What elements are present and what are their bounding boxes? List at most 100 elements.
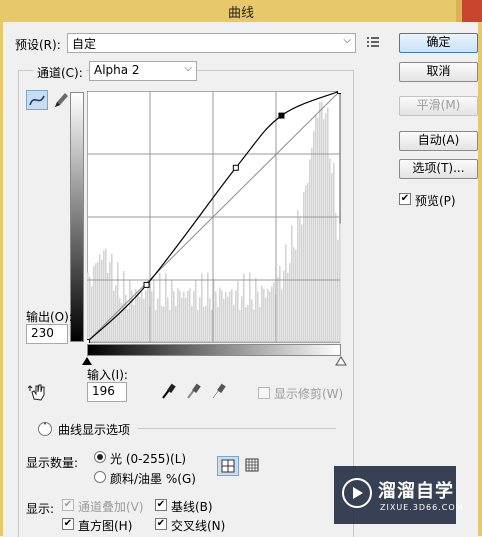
- preset-label: 预设(R):: [15, 38, 61, 52]
- histogram-bar: [281, 289, 283, 342]
- smooth-button[interactable]: 平滑(M): [399, 96, 478, 116]
- histogram-bar: [155, 309, 157, 342]
- detailed-grid-button[interactable]: [242, 456, 262, 476]
- channel-overlays-checkbox[interactable]: ✔: [62, 499, 74, 511]
- white-eyedropper[interactable]: [210, 382, 226, 400]
- histogram-bar: [243, 273, 245, 342]
- input-label: 输入(I):: [87, 368, 128, 382]
- options-button[interactable]: 选项(T)...: [399, 159, 478, 179]
- black-eyedropper[interactable]: [160, 382, 176, 400]
- histogram-bar: [289, 263, 291, 342]
- curve-point[interactable]: [87, 339, 90, 344]
- histogram-bar: [219, 287, 221, 342]
- curve-point[interactable]: [232, 164, 239, 171]
- histogram-bar: [189, 288, 191, 342]
- pencil-tool[interactable]: [52, 90, 70, 110]
- histogram-bar: [195, 280, 197, 342]
- light-radio-label: 光 (0-255)(L): [110, 452, 187, 466]
- eyedropper-white-icon: [212, 383, 226, 399]
- preset-value: 自定: [72, 37, 97, 51]
- histogram-bar: [127, 309, 129, 342]
- histogram-bar: [291, 225, 293, 342]
- histogram-bar: [201, 273, 203, 342]
- output-field[interactable]: 230: [26, 324, 68, 344]
- histogram-bar: [319, 102, 321, 342]
- output-label: 输出(O):: [26, 310, 73, 324]
- histogram-bar: [139, 296, 141, 342]
- close-window-button[interactable]: [462, 0, 482, 22]
- histogram-bar: [267, 288, 269, 342]
- histogram-bar: [87, 272, 89, 342]
- intersection-checkbox[interactable]: ✔: [155, 518, 167, 530]
- preset-options-icon[interactable]: [366, 35, 380, 49]
- curve-point[interactable]: [143, 281, 150, 288]
- histogram-bar: [251, 299, 253, 342]
- baseline-label: 基线(B): [171, 500, 213, 514]
- white-point-slider[interactable]: [335, 356, 347, 366]
- histogram-bar: [91, 286, 93, 342]
- histogram-bar: [231, 289, 233, 342]
- preset-select[interactable]: 自定 ⌵: [67, 33, 356, 53]
- curve-point[interactable]: [337, 91, 342, 94]
- histogram-bar: [147, 287, 149, 342]
- histogram-bar: [277, 277, 279, 342]
- histogram-bar: [209, 298, 211, 342]
- preview-checkbox[interactable]: ✔: [399, 193, 411, 205]
- gray-eyedropper[interactable]: [185, 382, 201, 400]
- grid-10x10-icon: [245, 458, 259, 472]
- histogram-bar: [227, 296, 229, 342]
- light-radio[interactable]: [94, 451, 106, 463]
- pigment-radio-label: 颜料/油墨 %(G): [110, 472, 196, 486]
- histogram-bar: [181, 297, 183, 342]
- histogram-bar: [133, 305, 135, 342]
- input-field[interactable]: 196: [87, 382, 127, 402]
- histogram-bar: [159, 272, 161, 342]
- histogram-bar: [301, 224, 303, 342]
- histogram-bar: [253, 309, 255, 342]
- curve-point[interactable]: [278, 112, 285, 119]
- ok-button[interactable]: 确定: [399, 33, 478, 53]
- histogram-bar: [175, 306, 177, 342]
- histogram-bar: [233, 305, 235, 342]
- histogram-bar: [191, 306, 193, 342]
- histogram-bar: [125, 294, 127, 342]
- cancel-button[interactable]: 取消: [399, 62, 478, 82]
- input-gradient-bar: [87, 344, 341, 356]
- histogram-bar: [247, 304, 249, 342]
- histogram-bar: [121, 302, 123, 342]
- watermark: 溜溜自学 ZIXUE.3D66.COM: [334, 466, 463, 524]
- pencil-icon: [55, 93, 68, 107]
- show-amount-label: 显示数量:: [26, 456, 79, 470]
- histogram-bar: [129, 280, 131, 342]
- histogram-bar: [157, 298, 159, 342]
- chevron-up-icon[interactable]: ˆ: [38, 422, 52, 436]
- histogram-bar: [271, 286, 273, 342]
- curve-point-tool[interactable]: [26, 90, 48, 110]
- show-clipping-checkbox[interactable]: [258, 387, 270, 399]
- histogram-bar: [161, 305, 163, 342]
- show-label: 显示:: [26, 502, 55, 516]
- eyedropper-black-icon: [162, 383, 176, 399]
- histogram-bar: [93, 266, 95, 342]
- auto-button[interactable]: 自动(A): [399, 131, 478, 151]
- histogram-bar: [173, 290, 175, 342]
- histogram-bar: [293, 247, 295, 342]
- histogram-bar: [285, 244, 287, 342]
- histogram-bar: [327, 107, 329, 342]
- histogram-bar: [255, 277, 257, 342]
- histogram-bar: [303, 192, 305, 342]
- channel-select[interactable]: Alpha 2 ⌵: [89, 61, 197, 81]
- black-point-slider[interactable]: [81, 356, 93, 366]
- histogram-bar: [111, 253, 113, 342]
- curve-chart[interactable]: [87, 91, 341, 343]
- simple-grid-button[interactable]: [217, 456, 239, 476]
- baseline-checkbox[interactable]: ✔: [155, 499, 167, 511]
- histogram-bar: [295, 249, 297, 342]
- targeted-adjustment-tool[interactable]: [27, 382, 48, 402]
- histogram-checkbox[interactable]: ✔: [62, 518, 74, 530]
- output-gradient-bar: [70, 92, 84, 342]
- channel-label: 通道(C):: [34, 64, 86, 81]
- pigment-radio[interactable]: [94, 471, 106, 483]
- histogram-bar: [183, 291, 185, 342]
- display-options-title: 曲线显示选项: [58, 423, 131, 437]
